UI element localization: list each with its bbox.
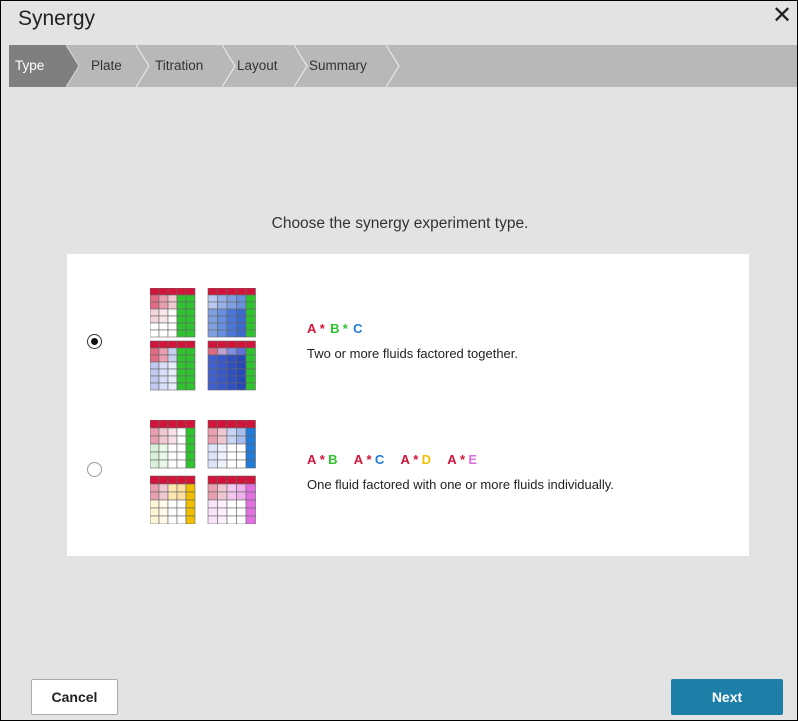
formula-token: A <box>307 452 317 467</box>
step-summary[interactable]: Summary <box>305 45 400 87</box>
step-plate[interactable]: Plate <box>81 45 150 87</box>
step-arrow-icon <box>66 45 80 87</box>
formula-combined: A * B * C <box>307 321 366 336</box>
plate-combined-icon <box>150 288 256 391</box>
formula-token: C <box>374 452 385 467</box>
plate-individual-icon <box>150 420 256 524</box>
step-arrow-icon <box>386 45 400 87</box>
formula-token: * <box>319 452 326 467</box>
option-combined-description: Two or more fluids factored together. <box>307 346 518 361</box>
radio-selected-dot <box>91 338 98 345</box>
formula-token: * <box>366 452 372 467</box>
option-combined-radio[interactable] <box>87 334 102 349</box>
experiment-type-panel: A * B * C Two or more fluids factored togeth… <box>67 254 749 556</box>
step-summary-label: Summary <box>309 58 367 73</box>
next-button[interactable]: Next <box>671 679 783 715</box>
formula-token: * <box>413 452 419 467</box>
formula-token: A <box>400 452 411 467</box>
wizard-steps: Type Plate Titration Layout Summary <box>9 45 797 87</box>
formula-token: * <box>319 321 326 336</box>
formula-individual: A * B A * C A * D A * E <box>307 452 480 467</box>
formula-token: * <box>460 452 466 467</box>
step-layout[interactable]: Layout <box>233 45 308 87</box>
formula-token: A <box>447 452 457 467</box>
dialog-title: Synergy <box>18 7 96 30</box>
formula-token: D <box>421 452 432 467</box>
step-titration[interactable]: Titration <box>147 45 236 87</box>
step-layout-label: Layout <box>237 58 278 73</box>
dialog-titlebar: Synergy ✕ <box>1 1 797 45</box>
formula-token: E <box>468 452 478 467</box>
close-icon[interactable]: ✕ <box>770 4 794 29</box>
formula-token: C <box>353 321 363 336</box>
step-plate-label: Plate <box>91 58 122 73</box>
synergy-dialog: Synergy ✕ Type Plate Titration Layout Su… <box>0 0 798 721</box>
step-type[interactable]: Type <box>9 45 80 87</box>
option-individual-description: One fluid factored with one or more flui… <box>307 477 614 492</box>
formula-token: B <box>328 452 338 467</box>
cancel-button[interactable]: Cancel <box>31 679 118 715</box>
step-titration-label: Titration <box>155 58 204 73</box>
step-type-label: Type <box>15 58 45 73</box>
instruction-text: Choose the synergy experiment type. <box>271 215 529 232</box>
formula-token: A <box>307 321 317 336</box>
formula-token: * <box>342 321 349 336</box>
formula-token: B <box>330 321 340 336</box>
formula-token: A <box>353 452 364 467</box>
option-individual-radio[interactable] <box>87 462 102 477</box>
